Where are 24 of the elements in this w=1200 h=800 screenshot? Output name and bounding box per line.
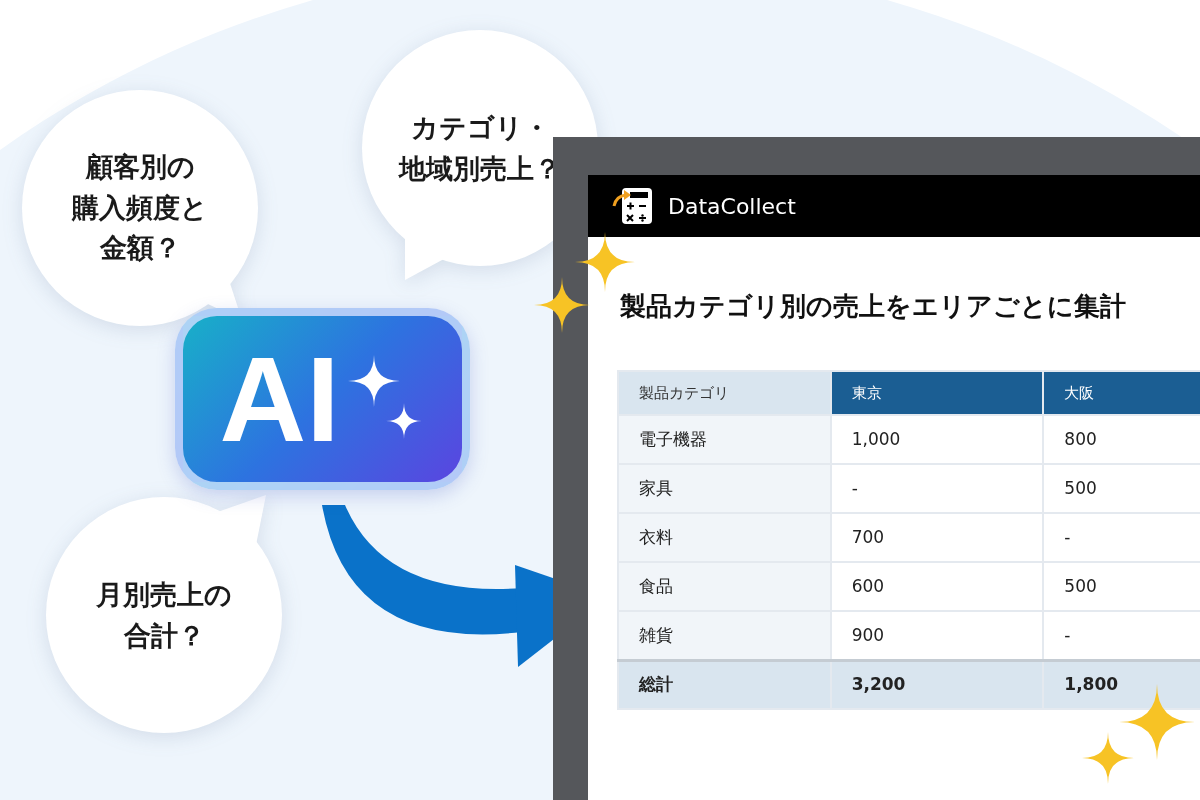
bubble-text-line: カテゴリ・: [410, 110, 550, 145]
table-cell: 1,000: [830, 415, 1044, 464]
table-cell: 電子機器: [618, 415, 831, 464]
total-cell: 総計: [618, 660, 831, 709]
column-header: 製品カテゴリ: [618, 371, 831, 415]
column-header: 東京: [830, 371, 1044, 415]
table-cell: 家具: [618, 464, 831, 513]
column-header: 大阪: [1043, 371, 1200, 415]
bubble-text-line: 月別売上の: [96, 577, 232, 612]
badge-text: AI: [219, 339, 340, 459]
page-title: 製品カテゴリ別の売上をエリアごとに集計: [620, 290, 1127, 323]
app-name: DataCollect: [668, 192, 796, 221]
bubble-text-line: 購入頻度と: [72, 190, 208, 225]
bubble-text-line: 金額？: [99, 231, 181, 266]
table-cell: 食品: [618, 562, 831, 611]
table-cell: 600: [830, 562, 1044, 611]
total-cell: 1,800: [1043, 660, 1200, 709]
bubble-text-line: 顧客別の: [85, 150, 195, 185]
total-cell: 3,200: [830, 660, 1044, 709]
table-cell: 衣料: [618, 513, 831, 562]
table-cell: -: [830, 464, 1044, 513]
table-cell: 雑貨: [618, 611, 831, 660]
bubble-text-line: 合計？: [123, 618, 205, 652]
table-cell: 700: [830, 513, 1044, 562]
